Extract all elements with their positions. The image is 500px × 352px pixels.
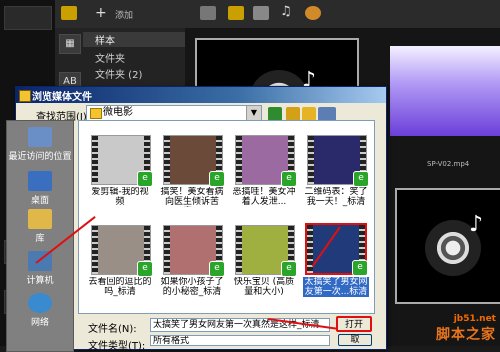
nav-item-folder[interactable]: 文件夹 — [95, 50, 125, 65]
video-badge-icon: e — [209, 171, 225, 187]
place-recent[interactable]: 最近访问的位置 — [7, 127, 73, 162]
place-computer[interactable]: 计算机 — [7, 251, 73, 286]
file-name[interactable]: 搞笑！美女看病向医生倾诉苦衷... — [159, 187, 225, 207]
back-icon[interactable] — [268, 107, 282, 121]
video-thumbnail[interactable]: e — [163, 225, 225, 277]
watermark-url: jb51.net — [453, 314, 496, 324]
video-badge-icon: e — [281, 171, 297, 187]
file-name[interactable]: 二维码表：笑了我一天！_标清 — [303, 187, 369, 207]
file-name[interactable]: 恶搞哇！美女冲着人发泄... — [231, 187, 297, 207]
preview-caption: SP-V02.mp4 — [427, 160, 470, 168]
music-filter-icon[interactable]: ♫ — [280, 4, 292, 19]
open-button[interactable]: 打开 — [336, 316, 372, 332]
filename-label: 文件名(N): — [88, 324, 137, 335]
network-icon — [28, 293, 52, 313]
music-note-icon: ♪ — [469, 212, 484, 237]
nav-item-samples[interactable]: 样本 — [83, 32, 195, 47]
file-name-selected[interactable]: 太搞笑了男女网友第一次...标清 — [303, 277, 369, 297]
video-badge-icon: e — [137, 261, 153, 277]
image-filter-icon[interactable] — [253, 6, 269, 20]
video-thumbnail[interactable]: e — [163, 135, 225, 187]
folder-icon[interactable] — [200, 6, 216, 20]
add-icon[interactable]: + — [95, 5, 107, 21]
effects-icon[interactable] — [305, 6, 321, 20]
dialog-title: 浏览媒体文件 — [32, 92, 92, 103]
file-list: e 爱剪辑-我的视频 e 搞笑！美女看病向医生倾诉苦衷... e 恶搞哇！美女冲… — [78, 120, 375, 314]
chevron-down-icon[interactable]: ▼ — [246, 106, 261, 120]
video-badge-icon: e — [209, 261, 225, 277]
video-thumbnail[interactable]: e — [91, 135, 153, 187]
place-label: 桌面 — [30, 196, 49, 206]
dialog-titlebar: 浏览媒体文件 — [16, 87, 386, 103]
file-name[interactable]: 去看回的逗比的吗_标清 — [87, 277, 153, 297]
place-label: 最近访问的位置 — [8, 152, 72, 162]
place-library[interactable]: 库 — [7, 209, 73, 244]
watermark-name: 脚本之家 — [436, 327, 496, 343]
file-name[interactable]: 快乐宝贝 (高质量和大小) — [231, 277, 297, 297]
recent-icon — [28, 127, 52, 147]
place-label: 库 — [35, 234, 45, 244]
nav-item-folder-2[interactable]: 文件夹 (2) — [95, 66, 142, 81]
dialog-app-icon — [19, 90, 31, 102]
filetype-dropdown[interactable]: 所有格式 — [150, 335, 330, 346]
file-name[interactable]: 爱剪辑-我的视频 — [87, 187, 153, 207]
editor-cell[interactable] — [4, 6, 52, 30]
desktop-icon — [28, 171, 52, 191]
look-in-dropdown[interactable]: 微电影 ▼ — [86, 105, 262, 121]
video-thumbnail[interactable]: e — [91, 225, 153, 277]
open-button-label: 打开 — [344, 320, 363, 330]
library-icon — [28, 209, 52, 229]
cancel-button-label: 取 — [350, 335, 360, 345]
cancel-button[interactable]: 取 — [338, 334, 372, 346]
editor-toolbar: + 添加 ♫ — [55, 0, 500, 29]
look-in-value: 微电影 — [103, 107, 133, 118]
filetype-label: 文件类型(T): — [88, 341, 146, 352]
new-folder-icon[interactable] — [302, 107, 316, 121]
video-badge-icon: e — [353, 171, 369, 187]
video-thumbnail[interactable]: e — [307, 135, 369, 187]
media-thumbnail-purple[interactable] — [390, 46, 500, 136]
watermark: jb51.net 脚本之家 — [436, 314, 496, 344]
up-folder-icon[interactable] — [286, 107, 300, 121]
view-menu-icon[interactable] — [318, 107, 336, 121]
video-thumbnail[interactable]: e — [235, 225, 297, 277]
place-desktop[interactable]: 桌面 — [7, 171, 73, 206]
place-label: 计算机 — [26, 276, 54, 286]
video-thumbnail[interactable]: e — [235, 135, 297, 187]
file-name[interactable]: 如果你小孩子了的小秘密_标清 — [159, 277, 225, 297]
media-thumbnail[interactable]: ♪ — [395, 188, 500, 304]
place-network[interactable]: 网络 — [7, 293, 73, 328]
video-badge-icon: e — [137, 171, 153, 187]
media-icon[interactable] — [61, 6, 77, 20]
place-label: 网络 — [30, 318, 49, 328]
video-badge-icon: e — [281, 261, 297, 277]
library-icon[interactable]: ▦ — [59, 34, 81, 54]
video-badge-icon: e — [352, 260, 368, 276]
places-bar: 最近访问的位置 桌面 库 计算机 网络 — [6, 120, 74, 352]
video-filter-icon[interactable] — [228, 6, 244, 20]
add-button-label[interactable]: 添加 — [115, 8, 133, 21]
folder-icon — [90, 108, 102, 119]
